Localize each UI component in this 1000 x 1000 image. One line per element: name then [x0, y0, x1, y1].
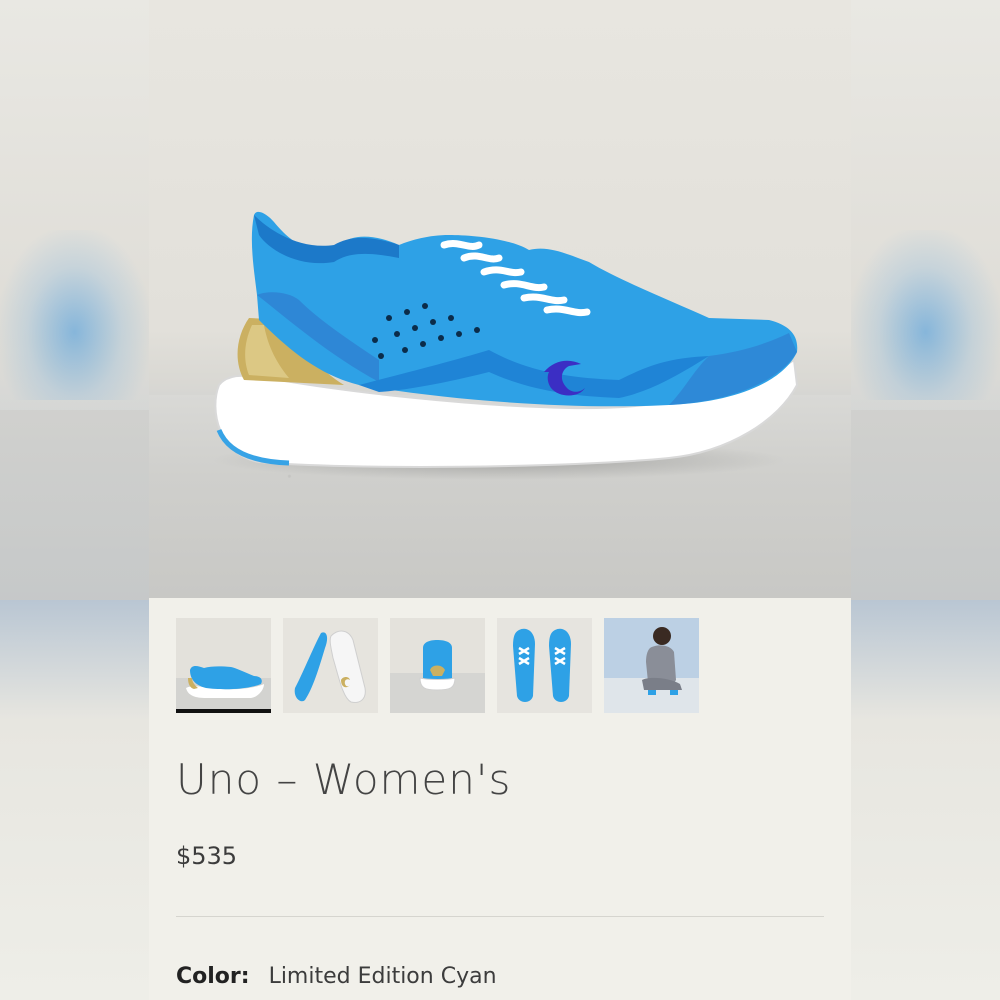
blurred-shoe-right [851, 230, 1000, 400]
blurred-floor-left [0, 410, 149, 600]
blurred-backdrop-right [851, 0, 1000, 1000]
product-price: $535 [176, 842, 238, 870]
section-divider [176, 916, 824, 917]
hero-product-image[interactable] [149, 0, 851, 598]
color-value: Limited Edition Cyan [268, 964, 497, 989]
thumbnail-top-view[interactable] [497, 618, 592, 713]
thumbnail-pair-sole-view[interactable] [283, 618, 378, 713]
product-title: Uno – Women's [176, 755, 512, 804]
color-label: Color: [176, 964, 250, 989]
sneaker-illustration [214, 211, 799, 468]
blurred-shoe-left [0, 230, 149, 400]
thumbnail-side-view[interactable] [176, 618, 271, 713]
thumbnail-back-view[interactable] [390, 618, 485, 713]
blurred-floor-right [851, 410, 1000, 600]
color-selector: Color: Limited Edition Cyan [176, 964, 497, 989]
product-page: Uno – Women's $535 Color: Limited Editio… [149, 0, 851, 1000]
blurred-backdrop-left [0, 0, 149, 1000]
thumbnail-lifestyle-model[interactable] [604, 618, 699, 713]
thumbnail-strip [176, 618, 699, 714]
